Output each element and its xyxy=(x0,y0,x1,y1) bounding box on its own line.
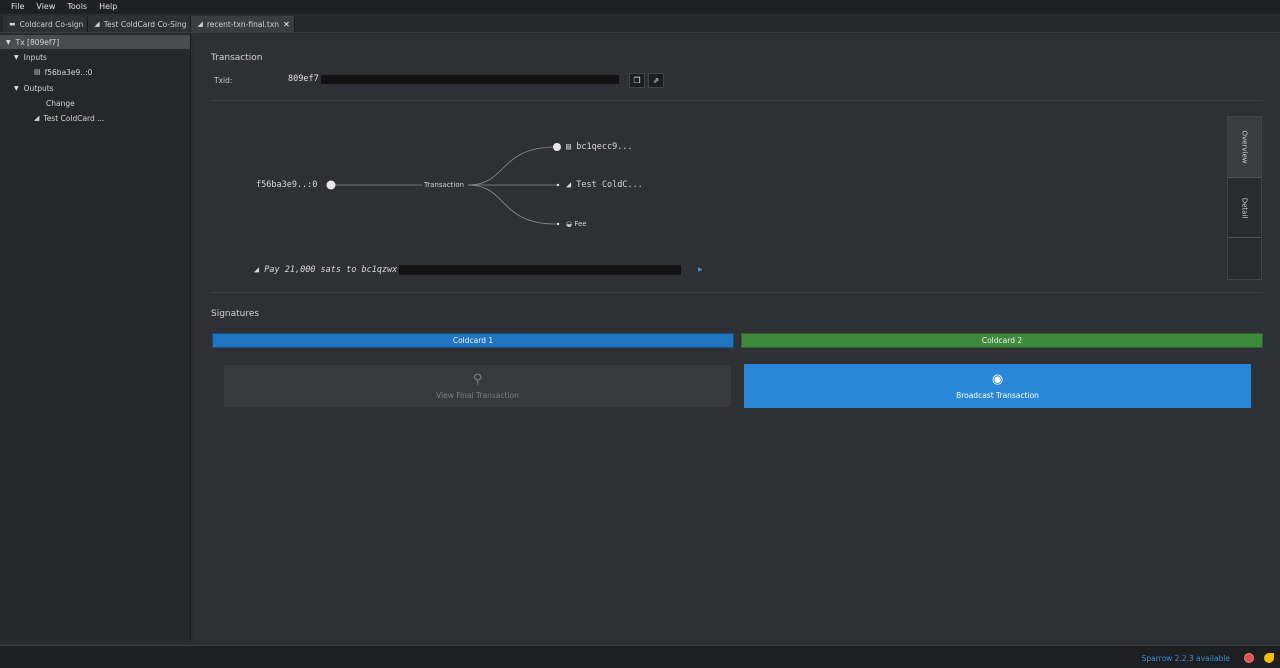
close-icon[interactable]: ✕ xyxy=(283,20,290,29)
change-node xyxy=(553,143,561,151)
tab-detail-label: Detail xyxy=(1240,197,1249,218)
tree-label: Inputs xyxy=(23,52,47,62)
address-redaction xyxy=(399,265,681,275)
send-icon: ◢ xyxy=(197,20,203,28)
send-icon: ◢ xyxy=(34,114,40,122)
recipient-node xyxy=(556,183,560,187)
broadcast-label: Broadcast Transaction xyxy=(956,391,1039,400)
diagram-fee: ◒ Fee xyxy=(566,220,587,228)
coins-icon: ▤ xyxy=(566,142,577,152)
payment-summary: ◢ Pay 21,000 sats to bc1qzwx xyxy=(254,265,397,275)
tab-label: recent-txn-final.txn xyxy=(206,19,280,29)
signer2-bar: Coldcard 2 xyxy=(741,333,1263,348)
update-available-link[interactable]: Sparrow 2.2.3 available xyxy=(1142,654,1230,663)
expand-arrow-icon[interactable]: ▼ xyxy=(6,39,11,46)
status-bar: Sparrow 2.2.3 available xyxy=(0,645,1280,668)
tree-item-tx[interactable]: ▼ Tx [809ef7] xyxy=(0,35,190,49)
send-icon: ◢ xyxy=(254,265,265,275)
send-icon: ◢ xyxy=(566,180,577,190)
coins-icon: ▤ xyxy=(34,68,41,76)
send-icon: ◢ xyxy=(94,20,100,28)
tree-item-change[interactable]: Change xyxy=(46,96,75,110)
broadcast-icon: ◉ xyxy=(991,372,1004,387)
diagram-change-label: bc1qecc9... xyxy=(576,142,633,152)
broadcast-transaction-button[interactable]: ◉ Broadcast Transaction xyxy=(744,364,1251,408)
expand-arrow-icon[interactable]: ▼ xyxy=(14,85,19,92)
tab-detail[interactable]: Detail xyxy=(1228,178,1261,238)
tab-overview-label: Overview xyxy=(1240,130,1249,164)
menu-tools[interactable]: Tools xyxy=(61,0,93,14)
signatures-title: Signatures xyxy=(211,309,260,319)
wallet-icon: ▬ xyxy=(9,20,16,28)
diagram-recipient-label: Test ColdC... xyxy=(576,180,643,190)
tree-label: Change xyxy=(46,98,75,108)
diagram-center-label: Transaction xyxy=(422,181,467,189)
menu-view[interactable]: View xyxy=(30,0,61,14)
view-final-transaction-button[interactable]: ⚲ View Final Transaction xyxy=(224,365,731,407)
diagram-change-output: ▤ bc1qecc9... xyxy=(566,142,633,152)
payment-summary-text: Pay 21,000 sats to bc1qzwx xyxy=(264,265,398,275)
transaction-tree: ▼ Tx [809ef7] ▼ Inputs ▤ f56ba3e9..:0 ▼ … xyxy=(0,34,191,642)
menu-bar: File View Tools Help xyxy=(0,0,1280,14)
connection-toggle-icon[interactable] xyxy=(1264,653,1274,663)
tor-status-icon[interactable] xyxy=(1244,653,1254,663)
change-line xyxy=(467,146,557,186)
tab-coldcard-cosign[interactable]: ▬ Coldcard Co-sign xyxy=(3,16,89,32)
transaction-diagram xyxy=(326,143,561,226)
view-final-label: View Final Transaction xyxy=(436,391,519,400)
signer1-bar: Coldcard 1 xyxy=(212,333,734,348)
tab-label: Coldcard Co-sign xyxy=(19,19,84,29)
transaction-panel: Transaction Txid: 809ef7 ❐ ⇗ f56ba3e9..:… xyxy=(193,34,1280,642)
tab-overview[interactable]: Overview xyxy=(1228,117,1261,178)
tree-item-outputs[interactable]: ▼ Outputs xyxy=(14,81,54,95)
tree-item-output[interactable]: ◢ Test ColdCard ... xyxy=(34,111,104,125)
menu-file[interactable]: File xyxy=(0,0,30,14)
diagram-fee-label: Fee xyxy=(574,220,587,228)
menu-help[interactable]: Help xyxy=(93,0,123,14)
tree-item-inputs[interactable]: ▼ Inputs xyxy=(14,50,47,64)
fee-node xyxy=(556,222,560,226)
expand-arrow-icon[interactable]: ▼ xyxy=(14,54,19,61)
tab-label: Test ColdCard Co-Sing xyxy=(103,19,187,29)
tab-recent-txn[interactable]: ◢ recent-txn-final.txn ✕ xyxy=(191,16,295,32)
tab-bar: ▬ Coldcard Co-sign ◢ Test ColdCard Co-Si… xyxy=(0,16,1280,33)
tree-item-input[interactable]: ▤ f56ba3e9..:0 xyxy=(34,65,92,79)
tree-label: Test ColdCard ... xyxy=(43,113,105,123)
tree-label: Outputs xyxy=(23,83,54,93)
input-node xyxy=(326,180,336,190)
fee-line xyxy=(467,184,557,225)
divider xyxy=(210,292,1263,293)
view-switcher: Overview Detail xyxy=(1227,116,1262,280)
next-arrow-icon[interactable]: ▶ xyxy=(698,266,703,273)
diagram-input-label: f56ba3e9..:0 xyxy=(256,180,318,190)
search-icon: ⚲ xyxy=(472,372,483,387)
tree-label: f56ba3e9..:0 xyxy=(44,67,93,77)
tab-test-coldcard[interactable]: ◢ Test ColdCard Co-Sing xyxy=(88,16,192,32)
tree-label: Tx [809ef7] xyxy=(15,37,60,47)
diagram-recipient-output: ◢ Test ColdC... xyxy=(566,180,643,190)
